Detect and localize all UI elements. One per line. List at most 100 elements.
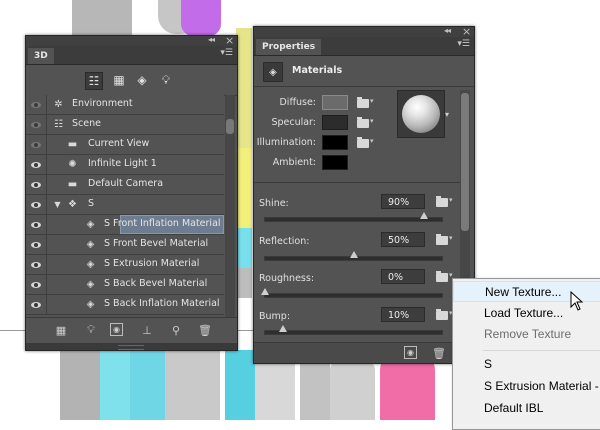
light-filter-icon[interactable]: 💡︎ xyxy=(158,72,174,88)
shine-slider[interactable] xyxy=(264,212,443,222)
menu-item-s-extrusion-material[interactable]: S Extrusion Material - I xyxy=(453,376,600,397)
shine-input[interactable]: 90% xyxy=(381,194,425,209)
scrollbar-thumb[interactable] xyxy=(226,119,234,134)
list-item[interactable]: ◈ S Extrusion Material xyxy=(26,255,224,275)
collapse-icon[interactable]: ◂◂ xyxy=(208,35,215,44)
trash-icon[interactable]: 🗑︎ xyxy=(198,323,212,337)
light-icon: ✺ xyxy=(68,159,77,170)
roughness-texture-icon[interactable] xyxy=(436,271,453,282)
trash-icon[interactable]: 🗑︎ xyxy=(432,346,446,360)
illumination-label: Illumination: xyxy=(256,137,316,148)
list-item[interactable]: ✲ Environment xyxy=(26,95,224,115)
render-icon[interactable]: ◉ xyxy=(404,346,417,359)
panel-footer: ◉ 🗑︎ xyxy=(254,342,474,363)
panel-titlebar[interactable]: ◂◂ × xyxy=(254,25,474,38)
menu-separator xyxy=(483,350,600,351)
resize-grip[interactable] xyxy=(26,343,237,350)
tab-3d[interactable]: 3D xyxy=(28,48,54,64)
list-item[interactable]: ◈ S Back Bevel Material xyxy=(26,275,224,295)
specular-texture-icon[interactable] xyxy=(357,117,374,128)
slider-knob[interactable] xyxy=(261,288,269,295)
panel-menu-icon[interactable]: ▾☰ xyxy=(457,39,470,49)
material-preview[interactable] xyxy=(397,90,445,138)
slider-knob[interactable] xyxy=(349,251,358,258)
roughness-input[interactable]: 0% xyxy=(381,269,425,284)
visibility-toggle[interactable] xyxy=(26,275,47,294)
row-label: S Front Inflation Material xyxy=(104,218,221,229)
visibility-toggle[interactable] xyxy=(26,195,47,214)
visibility-toggle[interactable] xyxy=(26,95,47,114)
eye-icon xyxy=(31,241,41,248)
shine-label: Shine: xyxy=(259,198,289,209)
bump-texture-icon[interactable] xyxy=(436,309,453,320)
menu-item-s[interactable]: S xyxy=(453,354,600,375)
visibility-toggle[interactable] xyxy=(26,235,47,254)
list-item[interactable]: ▬ Default Camera xyxy=(26,175,224,195)
mesh-filter-icon[interactable]: ▦ xyxy=(111,72,127,88)
bump-slider[interactable] xyxy=(264,325,443,335)
eye-icon xyxy=(31,201,41,208)
tree-scrollbar[interactable] xyxy=(225,95,235,317)
panel-footer: ▦ 💡︎ ◉ ⊥ ⚲ 🗑︎ xyxy=(26,317,237,342)
roughness-label: Roughness: xyxy=(259,273,315,284)
diffuse-label: Diffuse: xyxy=(279,97,316,108)
eye-icon xyxy=(31,141,41,148)
panel-menu-icon[interactable]: ▾☰ xyxy=(220,48,233,58)
reflection-label: Reflection: xyxy=(259,236,310,247)
bump-input[interactable]: 10% xyxy=(381,307,425,322)
bump-label: Bump: xyxy=(259,311,291,322)
eye-icon xyxy=(31,301,41,308)
slider-knob[interactable] xyxy=(278,325,287,332)
illumination-swatch[interactable] xyxy=(322,135,348,150)
visibility-toggle[interactable] xyxy=(26,115,47,134)
diffuse-texture-icon[interactable] xyxy=(357,97,374,108)
chevron-down-icon[interactable]: ▾ xyxy=(445,110,449,119)
tab-properties[interactable]: Properties xyxy=(256,39,322,55)
ground-icon[interactable]: ⊥ xyxy=(140,323,154,337)
list-item[interactable]: ✺ Infinite Light 1 xyxy=(26,155,224,175)
slider-knob[interactable] xyxy=(420,212,429,219)
eye-icon xyxy=(31,161,41,168)
panel-titlebar[interactable]: ◂◂ × xyxy=(26,34,237,47)
reflection-texture-icon[interactable] xyxy=(436,234,453,245)
reflection-slider[interactable] xyxy=(264,251,443,261)
eye-icon xyxy=(31,121,41,128)
scrollbar-thumb[interactable] xyxy=(461,93,469,231)
expand-arrow-icon[interactable]: ▼ xyxy=(51,198,64,211)
ambient-swatch[interactable] xyxy=(322,155,348,170)
list-item[interactable]: ▬ Current View xyxy=(26,135,224,155)
camera-icon: ▬ xyxy=(67,179,78,190)
collapse-icon[interactable]: ◂◂ xyxy=(444,26,451,35)
list-item[interactable]: ◈ S Back Inflation Material xyxy=(26,295,224,315)
roughness-slider[interactable] xyxy=(261,288,443,298)
reflection-input[interactable]: 50% xyxy=(381,232,425,247)
visibility-toggle[interactable] xyxy=(26,255,47,274)
list-item[interactable]: ▼ ❖ S xyxy=(26,195,224,215)
split-icon[interactable]: ⚲ xyxy=(169,323,183,337)
add-light-icon[interactable]: 💡︎ xyxy=(84,323,98,337)
mouse-pointer-icon xyxy=(570,291,584,311)
illumination-texture-icon[interactable] xyxy=(357,137,374,148)
list-item[interactable]: ◈ S Front Bevel Material xyxy=(26,235,224,255)
menu-item-remove-texture: Remove Texture xyxy=(484,327,572,341)
shine-texture-icon[interactable] xyxy=(436,196,453,207)
eye-icon xyxy=(31,101,41,108)
list-item[interactable]: ☷ Scene xyxy=(26,115,224,135)
mesh-filter-icon[interactable]: ▦ xyxy=(54,323,68,337)
visibility-toggle[interactable] xyxy=(26,215,47,234)
menu-item-default-ibl[interactable]: Default IBL xyxy=(453,398,600,419)
eye-icon xyxy=(31,261,41,268)
visibility-toggle[interactable] xyxy=(26,295,47,314)
visibility-toggle[interactable] xyxy=(26,175,47,194)
specular-label: Specular: xyxy=(271,117,316,128)
ambient-label: Ambient: xyxy=(272,157,316,168)
visibility-toggle[interactable] xyxy=(26,155,47,174)
eye-icon xyxy=(31,281,41,288)
list-item[interactable]: ◈ S Front Inflation Material xyxy=(26,215,224,235)
diffuse-swatch[interactable] xyxy=(322,95,348,110)
specular-swatch[interactable] xyxy=(322,115,348,130)
scene-filter-icon[interactable]: ☷ xyxy=(85,72,103,90)
visibility-toggle[interactable] xyxy=(26,135,47,154)
material-filter-icon[interactable]: ◈ xyxy=(134,72,150,88)
render-icon[interactable]: ◉ xyxy=(110,323,123,336)
